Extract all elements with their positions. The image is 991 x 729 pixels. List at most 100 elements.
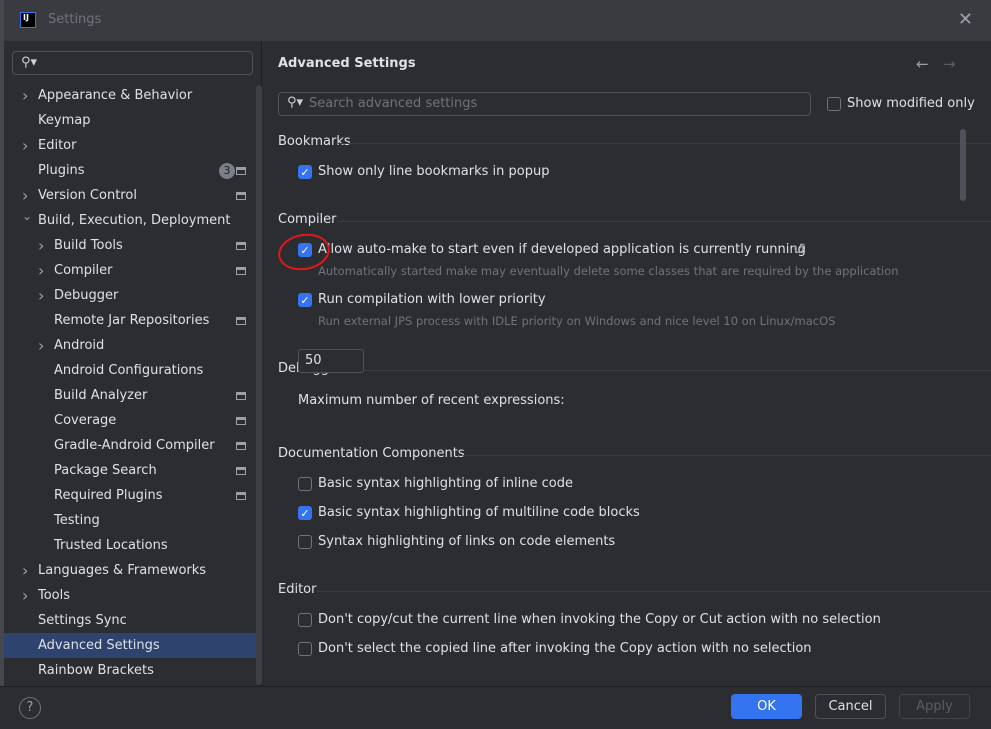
section-documentation: Documentation Components [278,446,991,461]
sidebar-item-label: Gradle-Android Compiler [54,438,215,453]
sidebar-item[interactable]: Settings Sync [4,608,262,633]
forward-arrow-icon[interactable]: → [943,55,956,73]
sidebar-item[interactable]: Required Plugins [4,483,262,508]
chevron-right-icon[interactable]: › [38,283,44,308]
section-editor: Editor [278,582,991,597]
sidebar-item[interactable]: › Appearance & Behavior [4,83,262,108]
show-modified-label: Show modified only [847,96,975,111]
recent-expressions-input[interactable]: 50 [298,349,364,373]
sidebar-item-label: Tools [38,588,71,603]
sidebar-item[interactable]: › Version Control [4,183,262,208]
sidebar-item[interactable]: Plugins 3 [4,158,262,183]
ok-button[interactable]: OK [731,694,802,719]
inline-code-label: Basic syntax highlighting of inline code [318,476,573,491]
sidebar-item[interactable]: Gradle-Android Compiler [4,433,262,458]
sidebar-item[interactable]: › Build Tools [4,233,262,258]
sidebar-item[interactable]: Testing [4,508,262,533]
divider [338,143,956,144]
show-modified-checkbox[interactable] [827,97,841,111]
project-level-icon [236,167,246,175]
sidebar-item-label: Advanced Settings [38,638,160,653]
project-level-icon [236,392,246,400]
no-copy-line-label: Don't copy/cut the current line when inv… [318,612,881,627]
bookmarks-popup-checkbox[interactable]: ✓ [298,165,312,179]
search-placeholder: Search advanced settings [309,96,478,111]
sidebar-item[interactable]: › Android [4,333,262,358]
sidebar-item[interactable]: › Debugger [4,283,262,308]
close-icon[interactable]: ✕ [958,9,973,30]
sidebar-item-label: Coverage [54,413,117,428]
multiline-code-checkbox[interactable]: ✓ [298,506,312,520]
sidebar-item[interactable]: Android Configurations [4,358,262,383]
sidebar-item[interactable]: › Compiler [4,258,262,283]
chevron-right-icon[interactable]: › [38,258,44,283]
auto-make-label: Allow auto-make to start even if develop… [318,242,806,257]
project-level-icon [236,242,246,250]
divider [328,591,956,592]
sidebar: ⚲▾ › Appearance & Behavior Keymap › Editor Pl… [4,41,262,686]
divider [463,455,956,456]
sidebar-item[interactable]: Keymap [4,108,262,133]
apply-button[interactable]: Apply [899,694,970,719]
cancel-button[interactable]: Cancel [815,694,886,719]
help-button[interactable]: ? [19,697,41,719]
no-copy-line-checkbox[interactable] [298,613,312,627]
project-level-icon [236,417,246,425]
project-level-icon [236,192,246,200]
multiline-code-label: Basic syntax highlighting of multiline c… [318,505,640,520]
no-select-copied-checkbox[interactable] [298,642,312,656]
chevron-right-icon[interactable]: › [22,558,28,583]
lower-priority-checkbox[interactable]: ✓ [298,293,312,307]
chevron-right-icon[interactable]: › [38,233,44,258]
section-bookmarks: Bookmarks [278,134,991,149]
recent-expressions-label: Maximum number of recent expressions: [298,393,565,408]
sidebar-item-label: Android [54,338,105,353]
sidebar-item[interactable]: Remote Jar Repositories [4,308,262,333]
sidebar-item[interactable]: Coverage [4,408,262,433]
lower-priority-hint: Run external JPS process with IDLE prior… [318,314,836,328]
lower-priority-label: Run compilation with lower priority [318,292,546,307]
project-level-icon [236,492,246,500]
reset-icon[interactable]: ↺ [793,240,806,258]
project-level-icon [236,267,246,275]
main-scrollbar[interactable] [960,129,966,201]
sidebar-item-label: Android Configurations [54,363,204,378]
sidebar-item-label: Package Search [54,463,157,478]
sidebar-item[interactable]: Package Search [4,458,262,483]
sidebar-item[interactable]: ⌄ Build, Execution, Deployment [4,208,262,233]
chevron-right-icon[interactable]: › [38,333,44,358]
sidebar-item-label: Version Control [38,188,137,203]
sidebar-item[interactable]: Build Analyzer [4,383,262,408]
sidebar-item[interactable]: Rainbow Brackets [4,658,262,683]
divider [348,370,956,371]
sidebar-item[interactable]: › Tools [4,583,262,608]
bookmarks-popup-label: Show only line bookmarks in popup [318,164,550,179]
advanced-search-input[interactable]: ⚲▾ Search advanced settings [278,92,811,116]
sidebar-item[interactable]: › Editor [4,133,262,158]
sidebar-item-label: Build, Execution, Deployment [38,213,231,228]
app-logo-icon: IJ [20,12,36,28]
back-arrow-icon[interactable]: ← [916,55,929,73]
no-select-copied-label: Don't select the copied line after invok… [318,641,812,656]
sidebar-item-label: Plugins [38,163,85,178]
sidebar-item[interactable]: Trusted Locations [4,533,262,558]
chevron-right-icon[interactable]: › [22,133,28,158]
sidebar-item-label: Appearance & Behavior [38,88,193,103]
sidebar-item[interactable]: › Languages & Frameworks [4,558,262,583]
sidebar-item-label: Trusted Locations [54,538,168,553]
links-code-label: Syntax highlighting of links on code ele… [318,534,616,549]
sidebar-item-label: Debugger [54,288,119,303]
main-panel: Advanced Settings ← → ⚲▾ Search advanced … [263,41,991,686]
chevron-down-icon[interactable]: ⌄ [22,204,32,229]
links-code-checkbox[interactable] [298,535,312,549]
sidebar-search-input[interactable]: ⚲▾ [12,51,253,75]
sidebar-item[interactable]: Advanced Settings [4,633,262,658]
chevron-right-icon[interactable]: › [22,583,28,608]
sidebar-item-label: Remote Jar Repositories [54,313,210,328]
chevron-right-icon[interactable]: › [22,83,28,108]
sidebar-item-label: Rainbow Brackets [38,663,154,678]
inline-code-checkbox[interactable] [298,477,312,491]
sidebar-item-label: Settings Sync [38,613,127,628]
sidebar-scrollbar[interactable] [256,85,262,685]
sidebar-item-label: Compiler [54,263,113,278]
